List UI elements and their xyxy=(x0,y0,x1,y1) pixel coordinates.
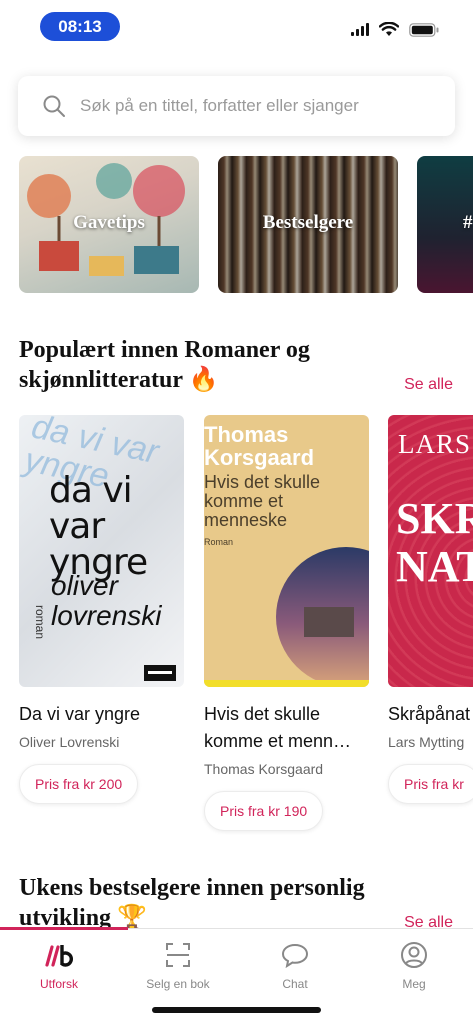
profile-icon xyxy=(401,942,427,968)
cover-genre: Roman xyxy=(204,537,234,547)
home-indicator xyxy=(152,1007,321,1013)
book-author: Thomas Korsgaard xyxy=(204,761,324,777)
book-carousel-popular[interactable]: da vi var yngre da vi var yngre oliver l… xyxy=(0,415,473,835)
see-all-popular-link[interactable]: Se alle xyxy=(404,376,453,394)
book-card[interactable]: Thomas Korsgaard Hvis det skulle komme e… xyxy=(204,415,369,831)
book-cover[interactable]: Thomas Korsgaard Hvis det skulle komme e… xyxy=(204,415,369,687)
price-button[interactable]: Pris fra kr 190 xyxy=(204,791,324,831)
cover-author: oliver lovrenski xyxy=(51,570,162,631)
category-card-bestselgere[interactable]: Bestselgere xyxy=(218,156,398,293)
section-title-popular: Populært innen Romaner og skjønnlitterat… xyxy=(19,337,310,393)
chat-bubble-icon xyxy=(281,943,309,968)
nav-tab-utforsk[interactable]: Utforsk xyxy=(9,939,109,991)
cover-author: Thomas Korsgaard xyxy=(204,422,315,470)
book-cover[interactable]: da vi var yngre da vi var yngre oliver l… xyxy=(19,415,184,687)
category-label: Bestselgere xyxy=(262,212,354,233)
price-button[interactable]: Pris fra kr xyxy=(388,764,473,804)
book-title[interactable]: Da vi var yngre xyxy=(19,701,189,728)
category-card-hashtag[interactable]: # xyxy=(417,156,473,293)
nav-label: Chat xyxy=(282,977,308,991)
cover-footer-strip xyxy=(204,680,369,687)
category-label: # xyxy=(463,212,473,233)
status-time: 08:13 xyxy=(40,12,120,41)
nav-label: Meg xyxy=(402,977,426,991)
book-card[interactable]: LARS M SKR NAT Skråpånat Lars Mytting Pr… xyxy=(388,415,473,804)
cellular-signal-icon xyxy=(351,23,369,36)
book-author: Oliver Lovrenski xyxy=(19,734,120,750)
battery-icon xyxy=(409,22,439,37)
category-card-gavetips[interactable]: Gavetips xyxy=(19,156,199,293)
book-author: Lars Mytting xyxy=(388,734,465,750)
wifi-icon xyxy=(379,22,399,37)
cover-title: SKR NAT xyxy=(396,494,473,591)
search-bar[interactable] xyxy=(18,76,455,136)
price-button[interactable]: Pris fra kr 200 xyxy=(19,764,139,804)
cover-title: Hvis det skulle komme et menneske xyxy=(204,472,321,530)
book-title[interactable]: Skråpånat xyxy=(388,701,473,728)
cover-author: LARS M xyxy=(398,429,473,459)
book-title[interactable]: Hvis det skulle komme et menn… xyxy=(204,701,374,755)
search-input[interactable] xyxy=(80,96,440,116)
status-icons xyxy=(351,22,439,37)
scan-icon xyxy=(166,943,190,967)
nav-tab-meg[interactable]: Meg xyxy=(364,939,464,991)
search-icon xyxy=(43,95,65,117)
book-card[interactable]: da vi var yngre da vi var yngre oliver l… xyxy=(19,415,184,804)
nav-tab-selg-en-bok[interactable]: Selg en bok xyxy=(128,939,228,991)
cover-genre: roman xyxy=(33,604,48,640)
nav-label: Utforsk xyxy=(39,977,78,991)
publisher-logo-icon xyxy=(144,665,176,681)
nav-label: Selg en bok xyxy=(146,977,210,991)
active-tab-indicator xyxy=(0,927,128,930)
nav-tab-chat[interactable]: Chat xyxy=(245,939,345,991)
status-bar: 08:13 xyxy=(0,0,473,54)
cover-title: da vi var yngre xyxy=(49,470,148,583)
category-carousel[interactable]: Gavetips Bestselgere # xyxy=(0,156,473,293)
brand-logo-icon xyxy=(45,945,73,967)
cover-house-illustration xyxy=(304,607,354,637)
category-label: Gavetips xyxy=(73,212,145,233)
book-cover[interactable]: LARS M SKR NAT xyxy=(388,415,473,687)
section-title-bestsellers: Ukens bestselgere innen personlig utvikl… xyxy=(19,875,365,931)
